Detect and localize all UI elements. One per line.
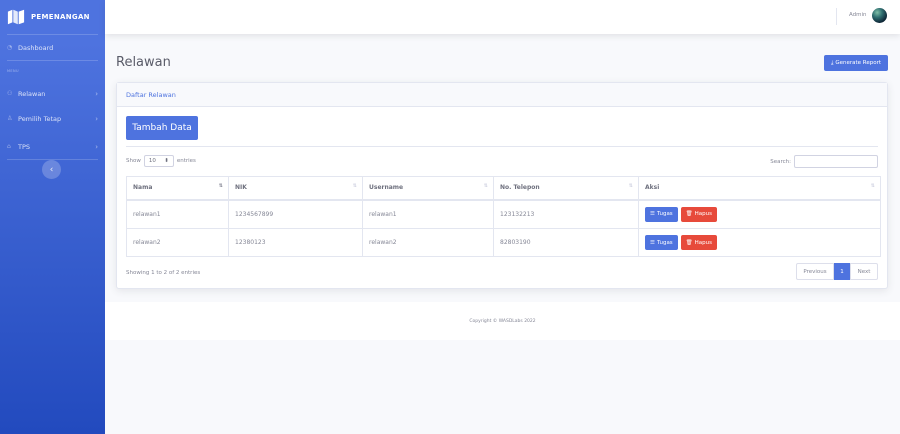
- trash-icon: 🗑: [685, 239, 693, 246]
- sort-icon: ⇅: [628, 183, 633, 189]
- list-icon: ☰: [650, 239, 655, 246]
- sort-icon: ⇅: [352, 183, 357, 189]
- column-header-username[interactable]: Username ⇅: [362, 176, 494, 201]
- entries-select-value: 10: [148, 158, 156, 164]
- topbar: Admin: [105, 0, 900, 34]
- avatar[interactable]: [872, 8, 887, 23]
- table-row: relawan1 1234567899 relawan1 123132213 ☰…: [126, 199, 881, 229]
- entries-label: entries: [176, 158, 196, 164]
- footer-copyright: Copyright © WASDLabs 2022: [469, 318, 536, 324]
- topbar-divider: [836, 8, 837, 25]
- sidebar-item-tps[interactable]: ⌂ TPS ›: [0, 134, 105, 159]
- tugas-label: Tugas: [656, 239, 673, 246]
- sidebar-item-label: Relawan: [18, 89, 46, 98]
- sidebar-toggle-button[interactable]: ‹: [42, 160, 61, 179]
- pagination: Previous 1 Next: [796, 263, 878, 280]
- search-label: Search:: [770, 158, 791, 165]
- cell-nama: relawan1: [126, 199, 229, 229]
- cell-nik: 12380123: [228, 228, 363, 257]
- map-icon: [7, 9, 25, 25]
- cell-aksi: ☰ Tugas 🗑 Hapus: [638, 199, 881, 229]
- tachometer-icon: ◔: [7, 44, 13, 51]
- sidebar-item-label: Dashboard: [18, 43, 54, 52]
- brand-name: PEMENANGAN: [31, 13, 90, 21]
- sidebar-item-pemilih-tetap[interactable]: ♙ Pemilih Tetap ›: [0, 106, 105, 131]
- user-name[interactable]: Admin: [849, 12, 867, 18]
- entries-length-control: Show 10 ⬍ entries: [126, 155, 196, 167]
- chevron-left-icon: ‹: [49, 164, 54, 175]
- sort-icon: ⇅: [218, 183, 223, 189]
- card-header: Daftar Relawan: [117, 83, 887, 107]
- table-info: Showing 1 to 2 of 2 entries: [126, 270, 201, 276]
- generate-report-label: Generate Report: [835, 60, 882, 66]
- entries-select[interactable]: 10 ⬍: [143, 155, 174, 167]
- tugas-button[interactable]: ☰ Tugas: [645, 235, 678, 250]
- relawan-card: Daftar Relawan Tambah Data Show 10 ⬍ ent…: [116, 82, 888, 289]
- cell-username: relawan2: [362, 228, 494, 257]
- pagination-previous[interactable]: Previous: [796, 263, 834, 280]
- sort-icon: ⇅: [483, 183, 488, 189]
- building-icon: ⌂: [7, 143, 11, 150]
- tugas-button[interactable]: ☰ Tugas: [645, 206, 678, 222]
- cell-telepon: 123132213: [493, 199, 639, 229]
- sidebar-item-label: TPS: [18, 142, 31, 151]
- sidebar-item-label: Pemilih Tetap: [18, 114, 62, 123]
- trash-icon: 🗑: [685, 211, 693, 218]
- show-label: Show: [126, 158, 141, 164]
- relawan-table: Nama ⇅ NIK ⇅ Username ⇅ No. Telepon ⇅ Aksi ⇅ …: [126, 176, 881, 257]
- hapus-button[interactable]: 🗑 Hapus: [680, 206, 717, 222]
- pagination-page-1[interactable]: 1: [834, 263, 850, 280]
- chevron-updown-icon: ⬍: [164, 158, 169, 164]
- list-icon: ☰: [650, 211, 655, 218]
- download-icon: ⤓: [830, 59, 834, 66]
- table-header-row: Nama ⇅ NIK ⇅ Username ⇅ No. Telepon ⇅ Aksi ⇅: [126, 176, 881, 201]
- sidebar-item-relawan[interactable]: ⚇ Relawan ›: [0, 81, 105, 106]
- page-title: Relawan: [116, 55, 171, 70]
- cell-username: relawan1: [362, 199, 494, 229]
- sidebar-heading: MENU: [7, 69, 20, 73]
- cell-nik: 1234567899: [228, 199, 363, 229]
- sidebar: PEMENANGAN ◔ Dashboard MENU ⚇ Relawan › …: [0, 0, 105, 434]
- column-header-nama[interactable]: Nama ⇅: [126, 176, 229, 201]
- column-header-nik[interactable]: NIK ⇅: [228, 176, 363, 201]
- chevron-right-icon: ›: [95, 142, 98, 151]
- chevron-right-icon: ›: [95, 114, 98, 123]
- hapus-button[interactable]: 🗑 Hapus: [680, 235, 717, 250]
- sort-icon: ⇅: [870, 183, 875, 189]
- table-row: relawan2 12380123 relawan2 82803190 ☰ Tu…: [126, 228, 881, 257]
- card-divider: [126, 146, 878, 147]
- sidebar-brand[interactable]: PEMENANGAN: [0, 0, 105, 34]
- tugas-label: Tugas: [656, 211, 673, 218]
- search-input[interactable]: [794, 155, 878, 168]
- footer: Copyright © WASDLabs 2022: [105, 302, 900, 340]
- column-header-aksi[interactable]: Aksi ⇅: [638, 176, 881, 201]
- table-search: Search:: [770, 155, 878, 168]
- chevron-right-icon: ›: [95, 89, 98, 98]
- cell-telepon: 82803190: [493, 228, 639, 257]
- hapus-label: Hapus: [694, 211, 712, 218]
- generate-report-button[interactable]: ⤓ Generate Report: [824, 55, 888, 71]
- cell-aksi: ☰ Tugas 🗑 Hapus: [638, 228, 881, 257]
- cell-nama: relawan2: [126, 228, 229, 257]
- column-header-telepon[interactable]: No. Telepon ⇅: [493, 176, 639, 201]
- users-icon: ⚇: [7, 90, 13, 97]
- pagination-next[interactable]: Next: [850, 263, 878, 280]
- sidebar-item-dashboard[interactable]: ◔ Dashboard: [0, 35, 105, 60]
- hapus-label: Hapus: [694, 239, 712, 246]
- add-data-button[interactable]: Tambah Data: [126, 116, 198, 140]
- user-icon: ♙: [7, 115, 13, 122]
